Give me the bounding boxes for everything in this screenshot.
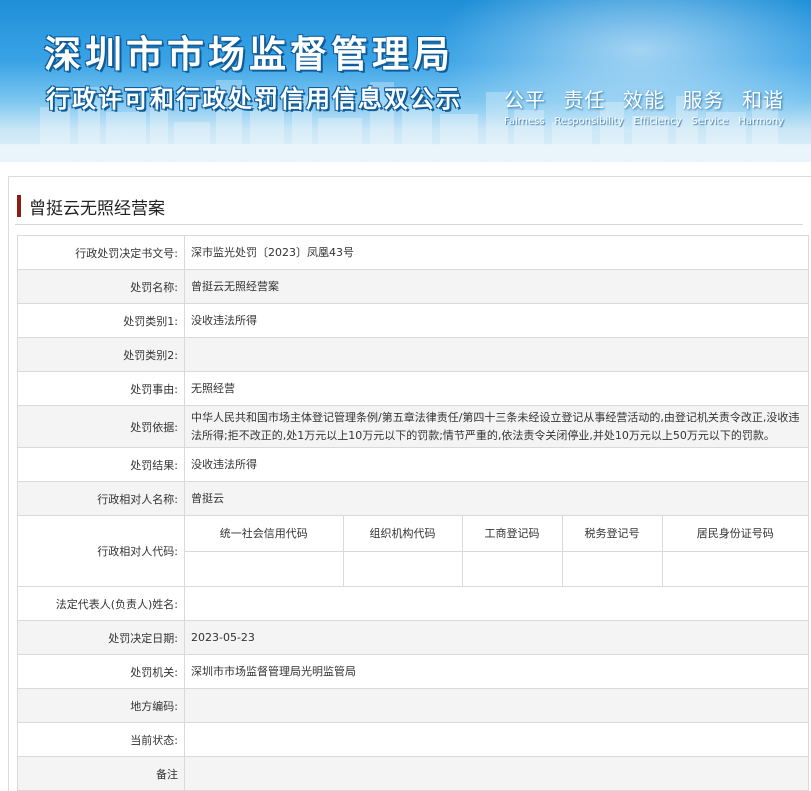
category1-value: 没收违法所得 xyxy=(184,303,809,338)
reason-label: 处罚事由: xyxy=(17,371,185,406)
status-value xyxy=(184,722,809,757)
slogan-harmony: 和谐 xyxy=(742,88,784,112)
reason-value: 无照经营 xyxy=(184,371,809,406)
local-code-label: 地方编码: xyxy=(17,688,185,723)
case-title: 曾挺云无照经营案 xyxy=(29,198,165,219)
table-row: 备注 xyxy=(17,756,809,791)
slogan-service: 服务 xyxy=(682,88,725,112)
site-title: 深圳市市场监督管理局 xyxy=(44,33,454,76)
party-code-table: 统一社会信用代码 组织机构代码 工商登记码 税务登记号 居民身份证号码 xyxy=(185,516,808,586)
basis-label: 处罚依据: xyxy=(17,405,185,448)
code-value-business-reg xyxy=(461,550,563,586)
table-row: 行政相对人名称: 曾挺云 xyxy=(17,481,809,516)
table-row: 行政处罚决定书文号: 深市监光处罚〔2023〕凤凰43号 xyxy=(17,235,809,270)
table-row: 处罚名称: 曾挺云无照经营案 xyxy=(17,269,809,304)
code-header-row: 统一社会信用代码 组织机构代码 工商登记码 税务登记号 居民身份证号码 xyxy=(185,516,808,552)
category1-label: 处罚类别1: xyxy=(17,303,185,338)
decision-date-label: 处罚决定日期: xyxy=(17,620,185,655)
code-col-id-card: 居民身份证号码 xyxy=(661,516,808,552)
result-value: 没收违法所得 xyxy=(184,447,809,482)
code-value-tax xyxy=(561,550,663,586)
content-panel: 曾挺云无照经营案 行政处罚决定书文号: 深市监光处罚〔2023〕凤凰43号 处罚… xyxy=(8,176,811,791)
slogan-group: 公平 责任 效能 服务 和谐 Fairness Responsibility E… xyxy=(504,84,784,127)
category2-value xyxy=(184,337,809,372)
penalty-name-value: 曾挺云无照经营案 xyxy=(184,269,809,304)
header-banner: 深圳市市场监督管理局 行政许可和行政处罚信用信息双公示 公平 责任 效能 服务 … xyxy=(0,0,811,162)
decision-no-label: 行政处罚决定书文号: xyxy=(17,235,185,270)
table-row: 处罚类别2: xyxy=(17,337,809,372)
table-row: 当前状态: xyxy=(17,722,809,757)
party-name-label: 行政相对人名称: xyxy=(17,481,185,516)
slogan-efficiency: 效能 xyxy=(623,88,665,112)
authority-value: 深圳市市场监督管理局光明监管局 xyxy=(184,654,809,689)
table-row: 处罚机关: 深圳市市场监督管理局光明监管局 xyxy=(17,654,809,689)
slogan-en-harmony: Harmony xyxy=(738,116,784,127)
decision-date-value: 2023-05-23 xyxy=(184,620,809,655)
legal-rep-value xyxy=(184,586,809,621)
case-heading: 曾挺云无照经营案 xyxy=(17,193,165,219)
slogan-en-fairness: Fairness xyxy=(504,116,545,127)
site-subtitle: 行政许可和行政处罚信用信息双公示 xyxy=(46,85,462,113)
heading-accent-bar xyxy=(17,195,21,217)
penalty-info-table: 行政处罚决定书文号: 深市监光处罚〔2023〕凤凰43号 处罚名称: 曾挺云无照… xyxy=(17,235,809,791)
slogan-en-responsibility: Responsibility xyxy=(554,116,624,127)
legal-rep-label: 法定代表人(负责人)姓名: xyxy=(17,586,185,621)
result-label: 处罚结果: xyxy=(17,447,185,482)
slogan-en-efficiency: Efficiency xyxy=(633,116,682,127)
code-value-id-card xyxy=(661,550,808,586)
penalty-name-label: 处罚名称: xyxy=(17,269,185,304)
table-row: 地方编码: xyxy=(17,688,809,723)
basis-value: 中华人民共和国市场主体登记管理条例/第五章法律责任/第四十三条未经设立登记从事经… xyxy=(184,405,809,448)
party-name-value: 曾挺云 xyxy=(184,481,809,516)
party-code-label: 行政相对人代码: xyxy=(17,515,185,587)
remarks-label: 备注 xyxy=(17,756,185,791)
code-value-row xyxy=(185,550,808,586)
table-row: 处罚类别1: 没收违法所得 xyxy=(17,303,809,338)
local-code-value xyxy=(184,688,809,723)
slogan-fairness: 公平 xyxy=(504,88,546,112)
status-label: 当前状态: xyxy=(17,722,185,757)
authority-label: 处罚机关: xyxy=(17,654,185,689)
code-value-org xyxy=(342,550,463,586)
slogan-en-service: Service xyxy=(691,116,729,127)
code-col-business-reg: 工商登记码 xyxy=(461,516,563,552)
code-col-org: 组织机构代码 xyxy=(342,516,463,552)
code-value-credit xyxy=(185,550,344,586)
heading-divider xyxy=(15,224,803,225)
table-row: 处罚依据: 中华人民共和国市场主体登记管理条例/第五章法律责任/第四十三条未经设… xyxy=(17,405,809,448)
party-code-cell: 统一社会信用代码 组织机构代码 工商登记码 税务登记号 居民身份证号码 xyxy=(184,515,809,587)
table-row: 行政相对人代码: 统一社会信用代码 组织机构代码 工商登记码 税务登记号 居民身… xyxy=(17,515,809,587)
category2-label: 处罚类别2: xyxy=(17,337,185,372)
table-row: 处罚结果: 没收违法所得 xyxy=(17,447,809,482)
remarks-value xyxy=(184,756,809,791)
table-row: 处罚决定日期: 2023-05-23 xyxy=(17,620,809,655)
table-row: 法定代表人(负责人)姓名: xyxy=(17,586,809,621)
table-row: 处罚事由: 无照经营 xyxy=(17,371,809,406)
decision-no-value: 深市监光处罚〔2023〕凤凰43号 xyxy=(184,235,809,270)
code-col-tax: 税务登记号 xyxy=(561,516,663,552)
slogan-responsibility: 责任 xyxy=(563,88,606,112)
code-col-credit: 统一社会信用代码 xyxy=(185,516,344,552)
